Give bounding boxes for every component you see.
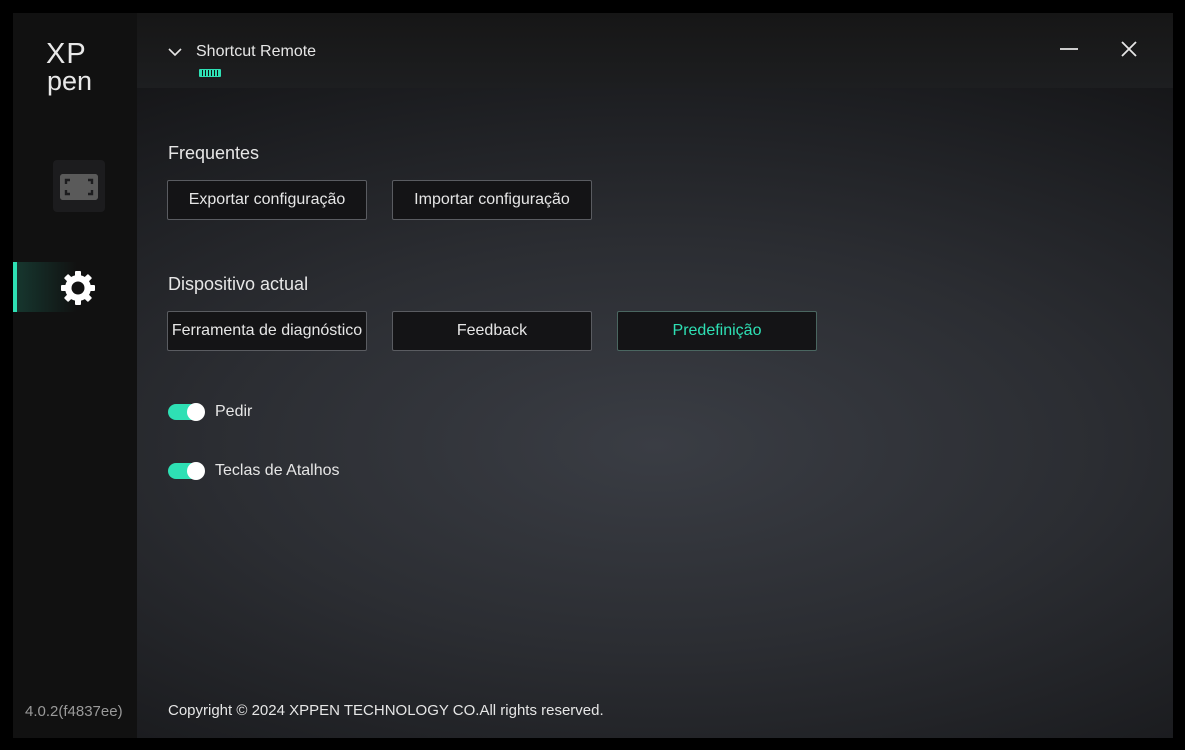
minimize-icon	[1060, 48, 1078, 50]
logo-line1: XP	[46, 38, 87, 70]
export-config-button[interactable]: Exportar configuração	[167, 180, 367, 220]
toggle-knob	[187, 403, 205, 421]
diagnostic-tool-button[interactable]: Ferramenta de diagnóstico	[167, 311, 367, 351]
shortcut-keys-toggle[interactable]	[168, 462, 205, 480]
close-icon	[1121, 41, 1137, 57]
minimize-button[interactable]	[1057, 37, 1081, 61]
shortcut-keys-toggle-label: Teclas de Atalhos	[215, 462, 340, 479]
copyright-text: Copyright © 2024 XPPEN TECHNOLOGY CO.All…	[168, 702, 604, 719]
feedback-button[interactable]: Feedback	[392, 311, 592, 351]
toggle-row-prompt: Pedir	[168, 403, 252, 421]
sidebar-item-device[interactable]	[53, 160, 105, 212]
battery-icon	[199, 69, 221, 77]
section-title-frequent: Frequentes	[168, 143, 260, 163]
sidebar: XP pen 4.0.2(f4837ee)	[13, 13, 137, 738]
screen-frame-icon	[60, 174, 98, 200]
section-title-current-device: Dispositivo actual	[168, 274, 309, 294]
restore-default-button[interactable]: Predefinição	[617, 311, 817, 351]
logo-line2: pen	[47, 66, 93, 96]
prompt-toggle-label: Pedir	[215, 403, 253, 420]
chevron-down-icon	[168, 48, 182, 57]
version-label: 4.0.2(f4837ee)	[25, 703, 123, 720]
toggle-knob	[187, 462, 205, 480]
import-config-button[interactable]: Importar configuração	[392, 180, 592, 220]
prompt-toggle[interactable]	[168, 403, 205, 421]
settings-content: Frequentes Exportar configuração Importa…	[137, 88, 1173, 738]
toggle-row-shortcut-keys: Teclas de Atalhos	[168, 462, 340, 480]
device-name: Shortcut Remote	[196, 43, 317, 60]
app-window: XP pen 4.0.2(f4837ee) Shortcut Remote Fr…	[13, 13, 1173, 738]
sidebar-item-settings[interactable]	[13, 262, 137, 312]
gear-icon	[58, 268, 98, 308]
xppen-logo: XP pen	[46, 38, 106, 97]
title-bar: Shortcut Remote	[137, 13, 1173, 88]
device-selector[interactable]: Shortcut Remote	[167, 41, 316, 63]
close-button[interactable]	[1117, 37, 1141, 61]
